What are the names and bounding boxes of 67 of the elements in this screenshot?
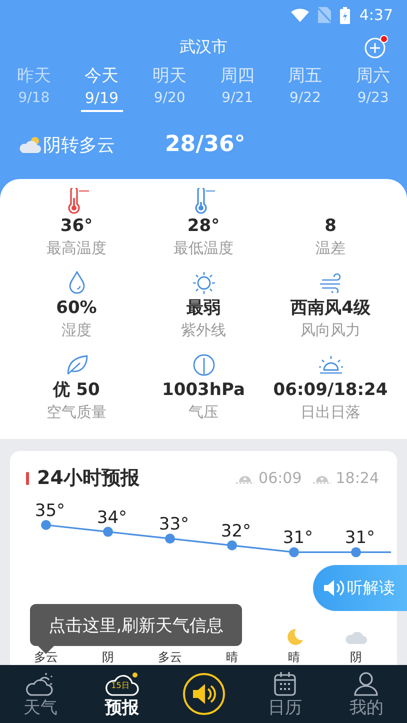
temperature-label: 33°: [158, 514, 190, 535]
detail-label: 湿度: [62, 320, 92, 341]
battery-icon: [340, 6, 350, 24]
detail-value: 60%: [56, 297, 97, 319]
nav-tab[interactable]: 日历: [244, 665, 326, 723]
sun-icon: [192, 271, 216, 295]
leaf-icon: [64, 353, 88, 377]
sunset-time: 18:24: [336, 469, 379, 487]
nav-tab[interactable]: 天气: [0, 665, 82, 723]
detail-label: 气压: [188, 402, 218, 423]
status-time: 4:37: [359, 6, 393, 24]
cloud-icon: [344, 629, 368, 645]
hour-condition: 阴: [350, 649, 362, 665]
day-tab[interactable]: 周五 9/22: [271, 64, 340, 112]
temperature-label: 34°: [96, 508, 128, 528]
wind-icon: [318, 273, 342, 293]
detail-label: 日出日落: [300, 402, 360, 423]
detail-label: 风向风力: [300, 320, 360, 341]
detail-label: 最高温度: [46, 238, 106, 259]
data-point: [351, 547, 361, 558]
weather-condition: 阴转多云: [43, 134, 115, 156]
speaker-icon: [323, 578, 345, 598]
day-tab[interactable]: 今天 9/19: [68, 64, 136, 112]
detail-label: 最低温度: [174, 238, 234, 259]
water-drop-icon: [68, 271, 86, 295]
calendar-icon: [272, 670, 297, 696]
temperature-label: 31°: [282, 528, 314, 548]
nav-tab[interactable]: 15日 预报: [81, 665, 163, 723]
detail-value: 36°: [60, 215, 93, 237]
day-tab[interactable]: 昨天 9/18: [0, 64, 68, 112]
temperature-label: 32°: [220, 521, 252, 542]
day-tab[interactable]: 明天 9/20: [136, 64, 204, 112]
sunrise-time: 06:09: [258, 469, 302, 487]
listen-button[interactable]: 听解读: [313, 565, 407, 611]
detail-value: 06:09/18:24: [273, 379, 388, 401]
temperature-range: 28/36°: [165, 132, 246, 157]
day-tab[interactable]: 周六 9/23: [339, 64, 407, 112]
temperature-label: 31°: [344, 528, 376, 548]
data-point: [103, 526, 113, 537]
nav-tab[interactable]: 我的: [326, 665, 407, 723]
day-tab[interactable]: 周四 9/21: [203, 64, 272, 112]
data-point: [289, 547, 299, 558]
hour-condition: 晴: [288, 649, 300, 665]
data-point: [227, 540, 237, 550]
detail-value: 西南风4级: [290, 297, 370, 319]
cloudy-icon: [18, 136, 42, 154]
data-point: [165, 534, 175, 544]
speaker-button[interactable]: [182, 673, 225, 715]
detail-label: 温差: [316, 238, 346, 259]
gauge-icon: [192, 353, 216, 377]
detail-value: 优 50: [53, 379, 100, 401]
detail-value: 1003hPa: [162, 379, 245, 401]
profile-icon: [353, 670, 380, 696]
data-point: [41, 520, 51, 530]
detail-value: 8: [324, 215, 336, 237]
wifi-icon: [291, 8, 310, 22]
detail-label: 紫外线: [181, 320, 226, 341]
city-name: 武汉市: [180, 36, 228, 58]
section-title: 24小时预报: [37, 466, 140, 491]
add-city-button[interactable]: [363, 34, 389, 60]
sunrise-icon: [318, 355, 344, 375]
no-sim-icon: [318, 7, 332, 23]
detail-value: 28°: [187, 215, 220, 237]
detail-label: 空气质量: [46, 402, 106, 423]
detail-value: 最弱: [186, 297, 220, 319]
temperature-label: 35°: [34, 501, 66, 521]
speaker-icon: [190, 682, 217, 706]
